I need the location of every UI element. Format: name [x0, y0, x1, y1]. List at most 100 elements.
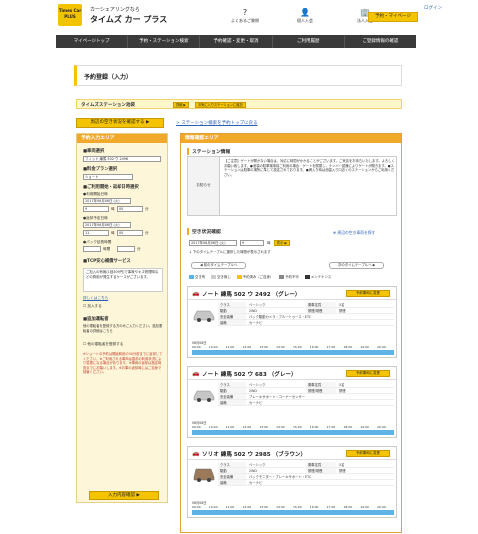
confirm-input-button[interactable]: 入力内容確認 ▶ [89, 491, 159, 500]
nav-history[interactable]: ご利用履歴 [273, 35, 345, 48]
availability-bar[interactable] [192, 430, 394, 435]
spec-nav-label: 装備 [218, 400, 246, 405]
pack-hour-select[interactable] [83, 246, 101, 252]
spec-equip-label: 安全装備 [218, 314, 246, 319]
timetable-hours: 09:00 10:00 11:00 12:00 13:00 14:00 15:00 16:00… [192, 425, 394, 429]
next-timetable-button[interactable]: 次のタイムテーブルへ ▶ [329, 262, 385, 269]
availability-date-select[interactable]: 2017年06月06日 (火) [189, 240, 237, 246]
spec-seats-label: 乗車定員 [306, 462, 336, 467]
nav-reserve-manage[interactable]: 予約確認・変更・取消 [200, 35, 273, 48]
spec-drive: 2WD [249, 309, 257, 313]
add-favorite-button[interactable]: お気に入りステーションに追加 [195, 102, 246, 108]
vehicle-select[interactable]: フィット 練馬 502 ウ 2496 [83, 156, 161, 162]
page-title: 予約登録（入力） [84, 74, 133, 81]
tcp-detail-link[interactable]: 詳しくはこちら [83, 296, 108, 301]
reservation-input-panel: 予約入力エリア ■車両選択 フィット 練馬 502 ウ 2496 ■料金プラン選… [76, 133, 168, 503]
spec-seats: 5名 [339, 463, 345, 467]
legend-not-reservable-label: 予約不可 [285, 275, 299, 279]
hour-label: 16:00 [309, 425, 319, 429]
search-nearby-link[interactable]: ⊕ 周辺の空き車両を探す [333, 230, 375, 236]
spec-nav: カーナビ [249, 481, 263, 485]
prev-timetable-button[interactable]: ◀ 前のタイムテーブルへ [191, 262, 247, 269]
change-vehicle-button[interactable]: 予約車両に変更 [346, 370, 390, 377]
station-name: タイムズステーション池袋 [81, 103, 135, 108]
spec-smoke-label: 禁煙/喫煙 [306, 308, 336, 313]
end-date-select[interactable]: 2017年06月06日 (火) [83, 222, 131, 228]
tcp-checkbox[interactable]: ☐ 加入する [83, 304, 102, 309]
faq-link[interactable]: ? よくあるご質問 [222, 8, 268, 24]
spec-drive-label: 駆動 [218, 468, 246, 473]
pack-hour-unit: 時間 [103, 247, 111, 251]
display-button[interactable]: 表示 ▶ [273, 240, 291, 246]
additional-driver-heading: ■追加運転者 [83, 317, 109, 322]
spec-drive-label: 駆動 [218, 388, 246, 393]
hour-label: 16:00 [309, 505, 319, 509]
back-to-top-link[interactable]: > ステーション検索を予約トップに戻る [176, 120, 258, 126]
car-icon: 🚗 [192, 450, 200, 457]
end-hour-select[interactable]: 11 [83, 230, 109, 236]
hour-label: 13:00 [259, 345, 268, 349]
search-nearby-label: 周辺の空き車両を探す [337, 230, 376, 235]
change-vehicle-button[interactable]: 予約車両に変更 [346, 450, 390, 457]
availability-hour-select[interactable]: 9 [240, 240, 264, 246]
hour-label: 15:00 [292, 425, 302, 429]
legend-maintenance: メンテナンス [304, 274, 331, 279]
pack-minute-unit: 分 [137, 247, 141, 251]
person-icon: 👤 [300, 8, 310, 17]
nav-account-info[interactable]: ご登録情報の確認 [345, 35, 416, 48]
notice-text: 【ご注意】ゲートが開かない場合は、対応に時間がかかることがございます。ご来店をお… [224, 159, 395, 177]
start-minute-select[interactable]: 00 [117, 206, 143, 212]
legend-not-reservable: 予約不可 [279, 274, 299, 279]
hour-label: 19:00 [360, 345, 369, 349]
hour-label: 19:00 [360, 425, 369, 429]
hour-label: 15:00 [292, 345, 302, 349]
station-detail-button[interactable]: 詳細 ▶ [173, 102, 189, 108]
hour-label: 14:00 [276, 505, 285, 509]
login-link[interactable]: ログイン [424, 5, 442, 11]
hour-label: 12:00 [242, 345, 252, 349]
brand-name[interactable]: タイムズ カー プラス [90, 14, 167, 25]
availability-bar[interactable] [192, 350, 394, 355]
additional-driver-checkbox[interactable]: ☐ 他の運転者を登録する [83, 342, 123, 347]
info-confirm-panel: 情報確認エリア ステーション情報 お知らせ 【ご注意】ゲートが開かない場合は、対… [180, 133, 402, 533]
spec-nav: カーナビ [249, 321, 263, 325]
nav-reserve-search[interactable]: 予約・ステーション検索 [128, 35, 201, 48]
header-links: ? よくあるご質問 👤 個人入会 🏢 法人入会 [222, 8, 388, 24]
hour-label: 18:00 [343, 345, 353, 349]
hour-label: 17:00 [326, 425, 336, 429]
car-card: 🚗 ノート 練馬 502 ウ 2492 （グレー） 予約車両に変更 クラス ベーシ… [187, 286, 397, 358]
spec-class-label: クラス [218, 302, 246, 307]
hour-label: 18:00 [343, 505, 353, 509]
car-icon: 🚗 [192, 370, 200, 377]
start-date-select[interactable]: 2017年06月06日 (火) [83, 198, 131, 204]
spec-seats-label: 乗車定員 [306, 382, 336, 387]
change-vehicle-button[interactable]: 予約車両に変更 [346, 290, 390, 297]
end-minute-unit: 分 [145, 231, 149, 235]
personal-join-link[interactable]: 👤 個人入会 [282, 8, 328, 24]
pack-minute-select[interactable] [117, 246, 135, 252]
hour-label: 11:00 [225, 345, 235, 349]
availability-hour-unit: 時 [267, 240, 271, 245]
main-nav: マイページトップ 予約・ステーション検索 予約確認・変更・取消 ご利用履歴 ご登… [56, 35, 416, 48]
question-icon: ? [242, 8, 248, 17]
plan-select[interactable]: ショート [83, 174, 133, 180]
hour-label: 09:00 [192, 345, 201, 349]
timetable-hours: 09:00 10:00 11:00 12:00 13:00 14:00 15:00 16:00… [192, 345, 394, 349]
spec-class: ベーシック [249, 303, 266, 307]
end-minute-select[interactable]: 00 [117, 230, 143, 236]
hour-label: 20:00 [377, 345, 386, 349]
hour-label: 12:00 [242, 425, 252, 429]
start-hour-select[interactable]: 9 [83, 206, 109, 212]
timetable-hint: ↓ 下のタイムテーブルに選択した時間が表示されます [189, 250, 271, 254]
times-car-logo[interactable]: Times Car PLUS [58, 4, 82, 26]
mypage-button[interactable]: 予約・マイページ [368, 12, 418, 22]
start-hour-unit: 時 [111, 207, 115, 211]
timetable-hours: 09:00 10:00 11:00 12:00 13:00 14:00 15:00 16:00… [192, 505, 394, 509]
plan-heading: ■料金プラン選択 [83, 167, 118, 172]
nav-mypage-top[interactable]: マイページトップ [56, 35, 129, 48]
spec-seats: 5名 [339, 303, 345, 307]
check-availability-button[interactable]: 周辺の空き状況を確認する ▶ [76, 118, 164, 128]
hour-label: 20:00 [377, 425, 386, 429]
availability-bar[interactable] [192, 510, 394, 515]
hour-label: 14:00 [276, 345, 285, 349]
